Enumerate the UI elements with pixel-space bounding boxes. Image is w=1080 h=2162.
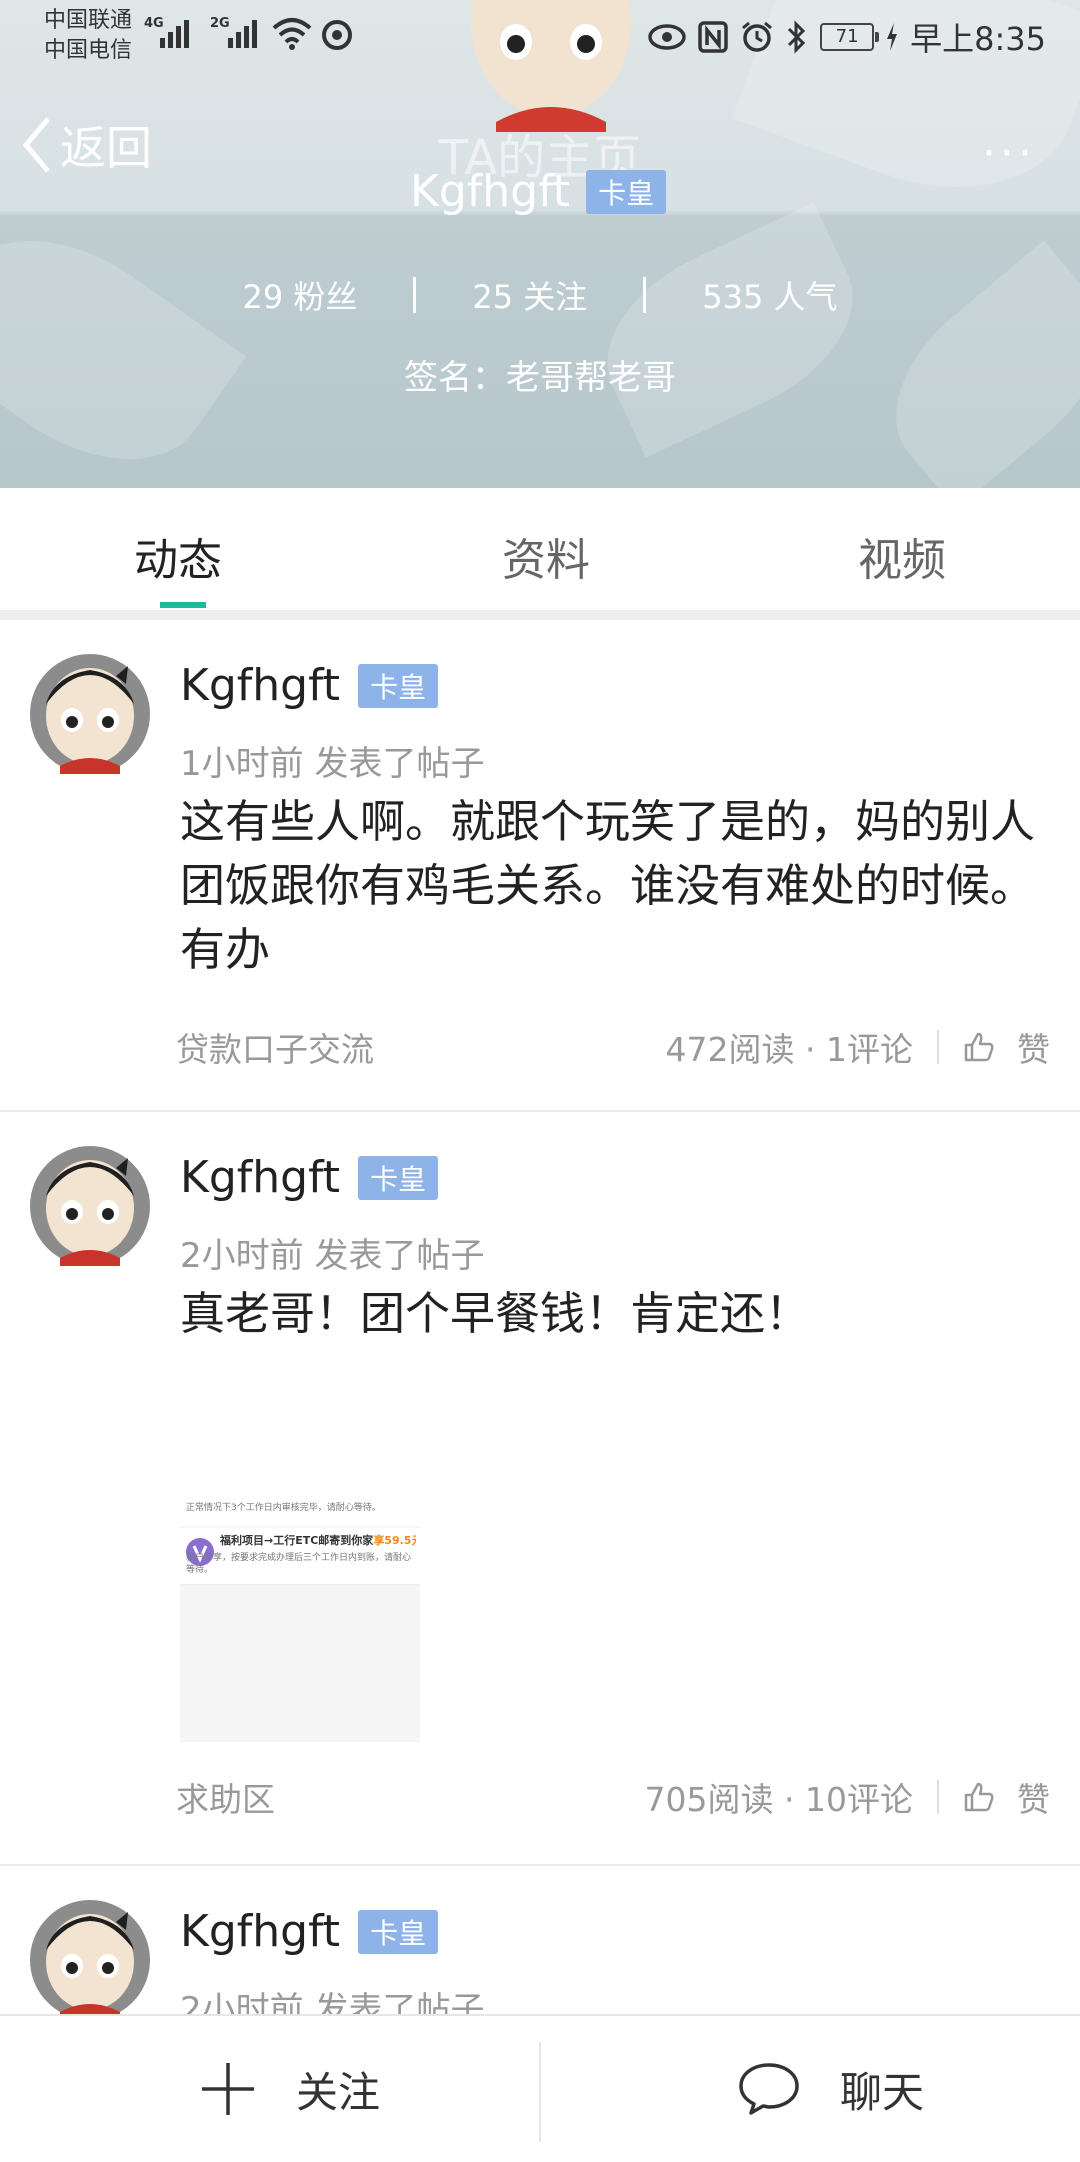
tab-profile-info[interactable]: 资料 bbox=[502, 524, 590, 588]
thumb-title: 福利项目→工行ETC邮寄到你家 bbox=[220, 1534, 374, 1547]
post-content[interactable]: 这有些人啊。就跟个玩笑了是的，妈的别人团饭跟你有鸡毛关系。谁没有难处的时候。有办 bbox=[180, 790, 1050, 982]
post-stats: 472阅读 · 1评论 bbox=[665, 1030, 913, 1069]
nfc-icon bbox=[698, 21, 728, 53]
follow-label: 关注 bbox=[296, 2067, 381, 2117]
post-topic[interactable]: 贷款口子交流 bbox=[176, 1023, 666, 1071]
profile-avatar[interactable] bbox=[466, 0, 636, 132]
thumb-card: 福利项目→工行ETC邮寄到你家享59.5元 新户专享，按要求完成办理后三个工作日… bbox=[180, 1528, 420, 1585]
tab-activity[interactable]: 动态 bbox=[134, 524, 222, 588]
divider bbox=[643, 277, 647, 313]
username-text: Kgfhgft bbox=[410, 166, 571, 217]
carrier-1: 中国联通 bbox=[44, 8, 133, 33]
post-meta: 2小时前 发表了帖子 bbox=[180, 1236, 485, 1276]
post-content[interactable]: 真老哥！团个早餐钱！肯定还！ bbox=[180, 1282, 1050, 1346]
rank-badge: 卡皇 bbox=[586, 169, 667, 214]
post-footer: 贷款口子交流 472阅读 · 1评论 赞 bbox=[176, 1022, 1050, 1072]
post-meta: 2小时前 发表了帖子 bbox=[180, 1990, 485, 2014]
like-label: 赞 bbox=[1017, 1780, 1050, 1819]
status-icons: 71 早上8:35 bbox=[648, 14, 1080, 60]
divider bbox=[413, 277, 417, 313]
author-name[interactable]: Kgfhgft 卡皇 bbox=[180, 660, 439, 711]
bottom-action-bar: 关注 聊天 bbox=[0, 2014, 1080, 2162]
divider bbox=[539, 2042, 541, 2142]
author-name-text: Kgfhgft bbox=[180, 1906, 341, 1957]
plus-icon bbox=[202, 2063, 254, 2115]
thumbs-up-icon bbox=[964, 1782, 994, 1812]
tab-videos[interactable]: 视频 bbox=[858, 524, 946, 588]
post-stats: 705阅读 · 10评论 bbox=[644, 1780, 913, 1819]
more-options-button[interactable]: ··· bbox=[982, 128, 1036, 179]
like-label: 赞 bbox=[1017, 1030, 1050, 1069]
signature: 签名：老哥帮老哥 bbox=[404, 358, 676, 398]
battery-icon: 71 bbox=[820, 23, 880, 51]
author-name[interactable]: Kgfhgft 卡皇 bbox=[180, 1152, 439, 1203]
divider bbox=[937, 1030, 939, 1064]
carrier-info: 中国联通 中国电信 bbox=[44, 6, 132, 66]
bluetooth-icon bbox=[788, 20, 806, 54]
rank-badge: 卡皇 bbox=[358, 1909, 439, 1954]
feed-post[interactable]: Kgfhgft 卡皇 2小时前 发表了帖子 真老哥！团个早餐钱！肯定还！ 求助区… bbox=[0, 1112, 1080, 1866]
profile-username: Kgfhgft 卡皇 bbox=[410, 166, 667, 217]
thumbs-up-icon bbox=[964, 1032, 994, 1062]
divider bbox=[937, 1780, 939, 1814]
popularity-count: 535 人气 bbox=[702, 278, 838, 316]
decor-leaf bbox=[0, 195, 247, 488]
author-name[interactable]: Kgfhgft 卡皇 bbox=[180, 1906, 439, 1957]
charging-icon bbox=[887, 23, 898, 51]
author-name-text: Kgfhgft bbox=[180, 660, 341, 711]
post-image-thumbnail[interactable]: 正常情况下3个工作日内审核完毕，请耐心等待。 福利项目→工行ETC邮寄到你家享5… bbox=[180, 1502, 420, 1742]
wifi-icon bbox=[272, 18, 312, 50]
following-count[interactable]: 25 关注 bbox=[472, 272, 587, 318]
signal-icon bbox=[228, 14, 257, 48]
post-meta: 1小时前 发表了帖子 bbox=[180, 744, 485, 784]
like-button[interactable]: 赞 bbox=[963, 1773, 1050, 1821]
thumb-desc: 新户专享，按要求完成办理后三个工作日内到账，请耐心等待。 bbox=[186, 1553, 412, 1575]
rank-badge: 卡皇 bbox=[358, 1155, 439, 1200]
post-topic[interactable]: 求助区 bbox=[176, 1773, 645, 1821]
clock: 早上8:35 bbox=[910, 20, 1046, 58]
author-avatar[interactable] bbox=[30, 1146, 150, 1266]
like-button[interactable]: 赞 bbox=[963, 1023, 1050, 1071]
tab-bar: 动态 资料 视频 bbox=[0, 488, 1080, 620]
chat-bubble-icon bbox=[739, 2063, 799, 2115]
carrier-2: 中国电信 bbox=[44, 38, 133, 63]
thumb-top-text: 正常情况下3个工作日内审核完毕，请耐心等待。 bbox=[180, 1502, 420, 1526]
rank-badge: 卡皇 bbox=[358, 663, 439, 708]
feed-post[interactable]: Kgfhgft 卡皇 1小时前 发表了帖子 这有些人啊。就跟个玩笑了是的，妈的别… bbox=[0, 620, 1080, 1112]
decor-leaf bbox=[578, 202, 882, 458]
alarm-icon bbox=[742, 21, 773, 52]
author-name-text: Kgfhgft bbox=[180, 1152, 341, 1203]
profile-header: 中国联通 中国电信 4G 2G 71 早上8:35 返回 TA的主页 ··· K… bbox=[0, 0, 1080, 488]
hotspot-icon bbox=[322, 20, 352, 50]
active-tab-indicator bbox=[160, 602, 206, 608]
signal-icon bbox=[160, 14, 189, 48]
thumb-amount: 享59.5元 bbox=[373, 1534, 416, 1547]
feed-post[interactable]: Kgfhgft 卡皇 2小时前 发表了帖子 bbox=[0, 1866, 1080, 2014]
follow-button[interactable]: 关注 bbox=[200, 2016, 380, 2162]
chat-label: 聊天 bbox=[840, 2067, 925, 2117]
author-avatar[interactable] bbox=[30, 1900, 150, 2014]
post-footer: 求助区 705阅读 · 10评论 赞 bbox=[176, 1772, 1050, 1822]
network-type-2: 2G bbox=[210, 16, 230, 31]
author-avatar[interactable] bbox=[30, 654, 150, 774]
profile-stats: 29 粉丝 25 关注 535 人气 bbox=[0, 272, 1080, 318]
eye-icon bbox=[648, 24, 686, 50]
chat-button[interactable]: 聊天 bbox=[738, 2016, 924, 2162]
fans-count[interactable]: 29 粉丝 bbox=[242, 272, 357, 318]
